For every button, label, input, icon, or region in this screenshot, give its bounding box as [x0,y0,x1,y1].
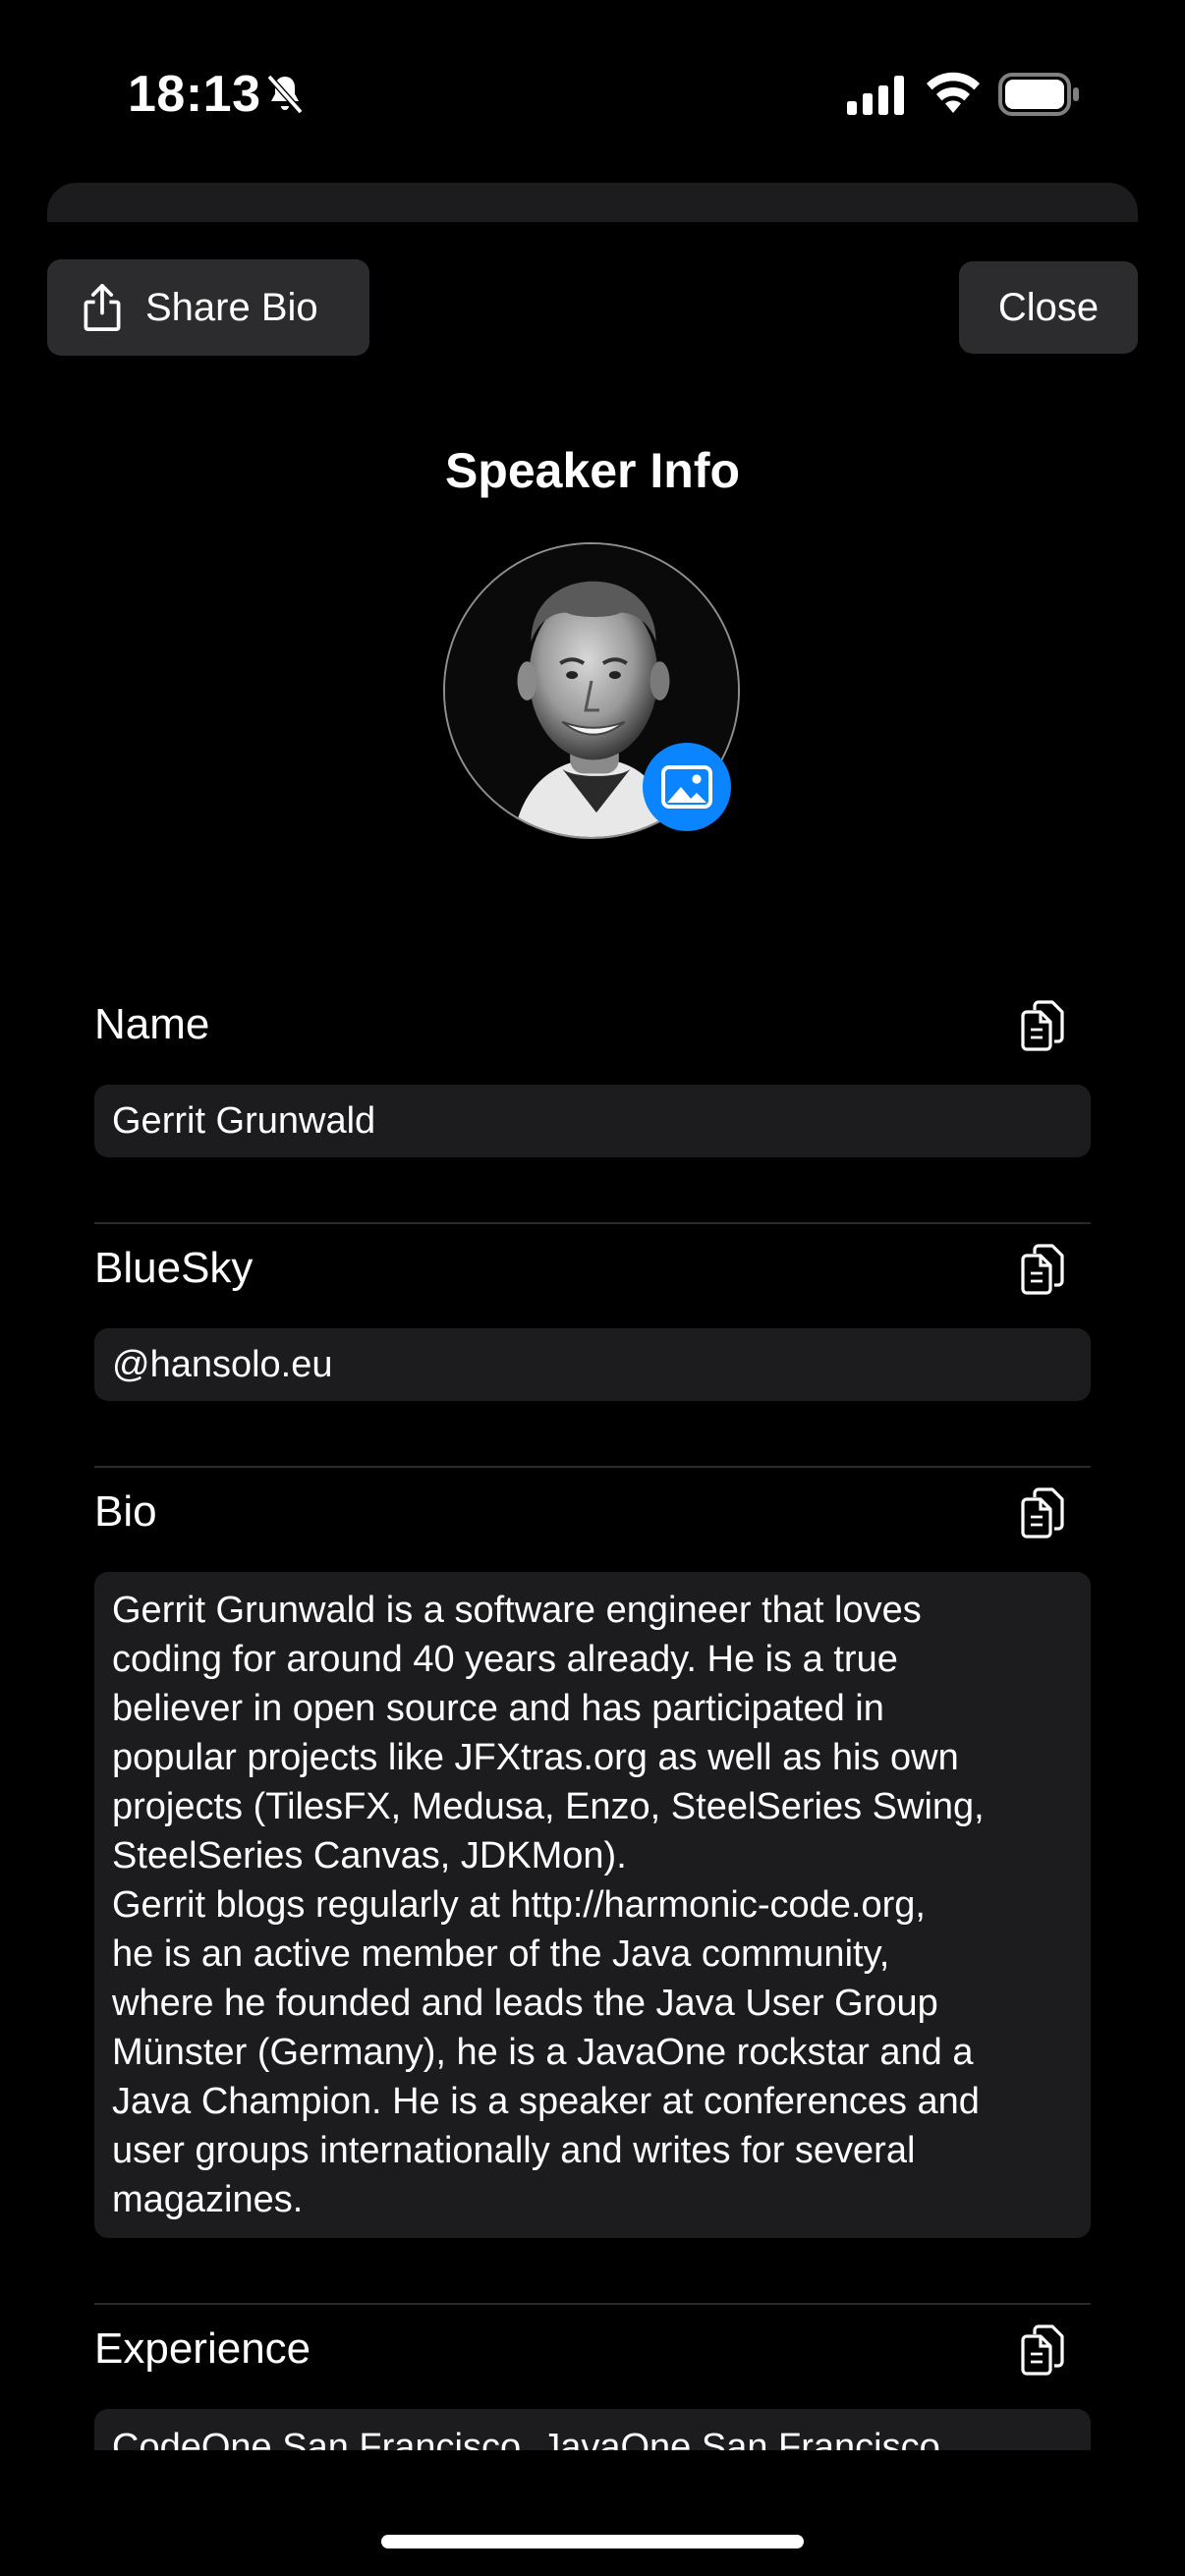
name-field[interactable]: Gerrit Grunwald [94,1085,1091,1157]
home-indicator[interactable] [381,2535,804,2548]
copy-icon[interactable] [1020,1244,1065,1295]
screen: 18:13 Share Bio Close Speaker Info Name … [0,0,1185,2576]
divider [94,1466,1091,1468]
experience-field[interactable]: CodeOne San Francisco, JavaOne San Franc… [94,2409,1091,2450]
copy-icon[interactable] [1020,1487,1065,1539]
copy-icon[interactable] [1020,2324,1065,2376]
bluesky-label: BlueSky [94,1244,254,1292]
copy-icon[interactable] [1020,1000,1065,1051]
bio-label: Bio [94,1487,157,1536]
divider [94,2303,1091,2305]
divider [94,1222,1091,1224]
scroll-content[interactable]: Name Gerrit Grunwald BlueSky @hansolo.eu… [0,0,1185,2450]
experience-label: Experience [94,2324,311,2373]
bio-field[interactable]: Gerrit Grunwald is a software engineer t… [94,1572,1091,2238]
bluesky-field[interactable]: @hansolo.eu [94,1328,1091,1401]
name-label: Name [94,1000,210,1048]
